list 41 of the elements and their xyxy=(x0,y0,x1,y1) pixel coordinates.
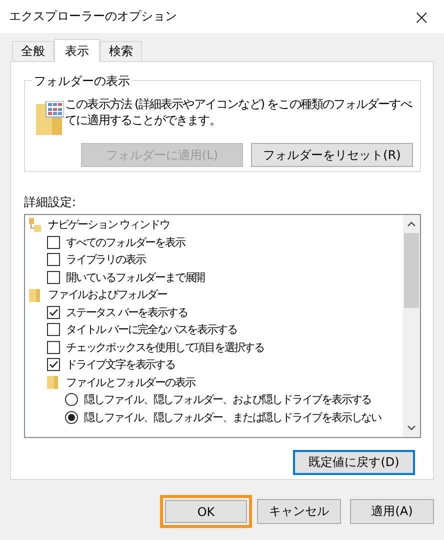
option-label: 隠しファイル、隠しフォルダー、または隠しドライブを表示しない xyxy=(84,410,382,425)
tab[interactable]: 全般 xyxy=(12,41,54,61)
folder-icon xyxy=(47,375,59,390)
checkbox[interactable] xyxy=(47,306,60,319)
folder-icon xyxy=(29,288,41,302)
scrollbar-thumb[interactable] xyxy=(404,233,419,308)
option-label: すべてのフォルダーを表示 xyxy=(66,234,185,250)
checkbox[interactable] xyxy=(47,358,60,372)
folder-tree-icon xyxy=(29,218,41,232)
scroll-up-icon xyxy=(407,221,416,227)
radio-button[interactable] xyxy=(65,410,78,424)
dialog-button[interactable]: 適用(A) xyxy=(350,499,434,524)
checkbox[interactable] xyxy=(47,340,60,354)
option-label: 開いているフォルダーまで展開 xyxy=(66,270,205,285)
option-label: チェックボックスを使用して項目を選択する xyxy=(66,340,264,355)
window-title: エクスプローラーのオプション xyxy=(9,8,177,25)
close-button[interactable]: × xyxy=(409,4,434,28)
dialog-button[interactable]: キャンセル xyxy=(257,499,341,524)
tab[interactable]: 検索 xyxy=(100,41,142,61)
group-title: フォルダーの表示 xyxy=(32,73,132,90)
checkbox[interactable] xyxy=(47,323,60,336)
checkbox[interactable] xyxy=(47,236,60,249)
option-label: ドライブ文字を表示する xyxy=(66,357,175,372)
group-label: ファイルおよびフォルダー xyxy=(48,287,167,302)
group-label: ファイルとフォルダーの表示 xyxy=(66,374,195,390)
scroll-down-icon xyxy=(407,425,416,431)
dialog-button[interactable]: OK xyxy=(160,495,252,528)
group-label: ナビゲーション ウィンドウ xyxy=(48,217,170,232)
tab[interactable]: 表示 xyxy=(54,39,100,62)
checkbox[interactable] xyxy=(47,253,60,266)
radio-button[interactable] xyxy=(65,393,78,406)
folder-icon xyxy=(36,101,64,135)
option-label: タイトル バーに完全なパスを表示する xyxy=(66,322,237,338)
restore-defaults-button[interactable]: 既定値に戻す(D) xyxy=(293,450,415,475)
option-label: ライブラリの表示 xyxy=(66,252,146,268)
description-text: この表示方法 (詳細表示やアイコンなど) をこの種類のフォルダーすべてに適用することができます。 xyxy=(65,96,413,128)
checkbox[interactable] xyxy=(47,270,60,284)
folder-button[interactable]: フォルダーをリセット(R) xyxy=(251,143,413,167)
option-label: 隠しファイル、隠しフォルダー、および隠しドライブを表示する xyxy=(84,392,372,408)
option-label: ステータス バーを表示する xyxy=(66,304,188,320)
section-label: 詳細設定: xyxy=(24,194,78,210)
